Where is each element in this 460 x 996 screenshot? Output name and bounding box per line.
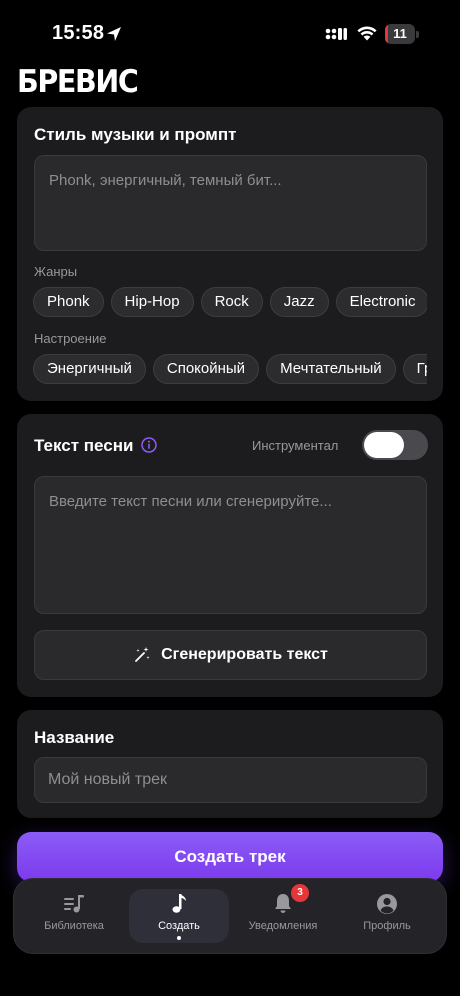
tab-profile[interactable]: Профиль	[337, 889, 437, 943]
tab-notifications[interactable]: 3 Уведомления	[233, 884, 333, 943]
genre-chip[interactable]: Rock	[200, 287, 263, 317]
mood-chip[interactable]: Спокойный	[152, 354, 260, 384]
tab-create[interactable]: Создать	[129, 889, 229, 943]
instrumental-label: Инструментал	[252, 438, 339, 453]
tab-label: Уведомления	[248, 920, 318, 932]
generate-lyrics-button[interactable]: Сгенерировать текст	[34, 630, 427, 680]
tab-label: Библиотека	[44, 920, 104, 932]
track-name-input[interactable]: Мой новый трек	[34, 757, 427, 803]
mood-chip[interactable]: Груст	[402, 354, 427, 384]
mood-label: Настроение	[34, 331, 107, 346]
tab-library[interactable]: Библиотека	[24, 889, 124, 943]
genres-label: Жанры	[34, 264, 78, 279]
info-icon[interactable]	[141, 437, 157, 453]
style-prompt-card: Стиль музыки и промпт Phonk, энергичный,…	[17, 107, 443, 401]
tab-label: Создать	[158, 920, 200, 932]
name-title: Название	[34, 728, 115, 747]
genre-chip[interactable]: Hip-Hop	[110, 287, 194, 317]
wifi-icon	[357, 26, 377, 41]
lyrics-input[interactable]: Введите текст песни или сгенерируйте...	[34, 476, 427, 614]
instrumental-toggle[interactable]	[362, 430, 428, 460]
mood-chip[interactable]: Энергичный	[33, 354, 146, 384]
battery-icon: 11	[385, 24, 419, 44]
battery-level: 11	[393, 26, 407, 41]
mood-chip[interactable]: Мечтательный	[266, 354, 396, 384]
music-note-icon	[172, 894, 186, 913]
tab-bar: Библиотека Создать 3 Уведомления Профиль	[13, 878, 447, 954]
lyrics-title: Текст песни	[34, 436, 134, 455]
location-arrow-icon	[107, 27, 121, 41]
style-prompt-title: Стиль музыки и промпт	[34, 125, 237, 144]
mood-chips: ЭнергичныйСпокойныйМечтательныйГруст	[33, 354, 427, 386]
create-track-label: Создать трек	[174, 847, 286, 866]
genre-chip[interactable]: Jazz	[269, 287, 329, 317]
library-icon	[64, 895, 84, 913]
notification-badge: 3	[291, 884, 309, 902]
magic-wand-icon	[135, 647, 150, 662]
status-bar: 15:58 11	[0, 0, 460, 64]
create-track-button[interactable]: Создать трек	[17, 832, 443, 882]
app-logo: БРЕВИС	[17, 64, 139, 100]
toggle-knob	[364, 432, 404, 458]
active-tab-indicator	[177, 936, 181, 940]
lyrics-card: Текст песни Инструментал Введите текст п…	[17, 414, 443, 697]
genre-chip[interactable]: Phonk	[33, 287, 104, 317]
signal-icon	[325, 28, 347, 40]
genre-chip[interactable]: Electronic	[335, 287, 427, 317]
profile-icon	[377, 894, 397, 914]
name-card: Название Мой новый трек	[17, 710, 443, 818]
tab-label: Профиль	[363, 920, 411, 932]
prompt-input[interactable]: Phonk, энергичный, темный бит...	[34, 155, 427, 251]
status-time: 15:58	[52, 22, 105, 44]
genre-chips: Phonk Hip-Hop Rock Jazz Electronic	[33, 287, 427, 319]
generate-lyrics-label: Сгенерировать текст	[161, 646, 328, 663]
